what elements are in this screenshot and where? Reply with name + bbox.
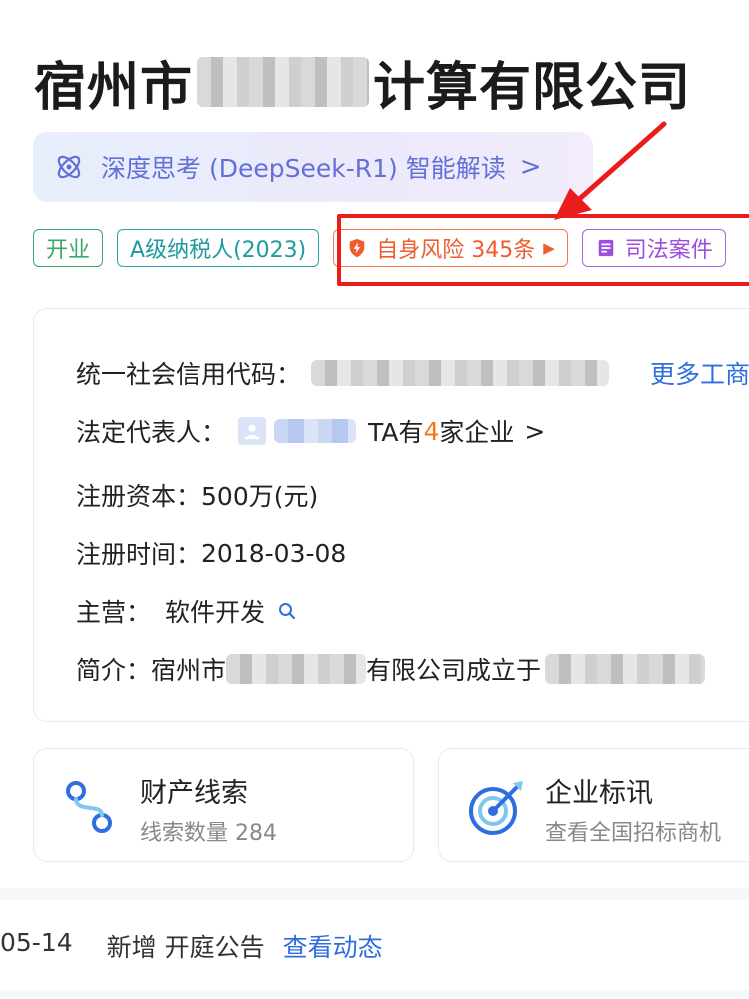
search-icon[interactable]	[277, 601, 297, 621]
atom-icon	[57, 155, 81, 179]
business-label: 主营：	[76, 598, 152, 627]
brief-mid-text: 有限公司成立于	[366, 656, 542, 685]
status-badge: 开业	[33, 229, 104, 267]
reg-date-value: 2018-03-08	[201, 538, 347, 568]
legal-rep-row[interactable]: 法定代表人： TA有 4 家企业 >	[76, 413, 545, 449]
chevron-right-icon: >	[519, 152, 542, 182]
business-info-card: 统一社会信用代码： 更多工商 法定代表人： TA有 4 家企业 > 注册资本： …	[33, 308, 749, 722]
legal-rep-label: 法定代表人：	[76, 418, 227, 447]
capital-label: 注册资本：	[76, 482, 202, 511]
business-value: 软件开发	[165, 598, 266, 627]
redacted-brief-name	[226, 654, 367, 684]
property-clues-title: 财产线索	[140, 778, 248, 809]
company-name-prefix: 宿州市	[34, 57, 194, 118]
news-item: 05-14 新增 开庭公告 查看动态	[0, 928, 383, 964]
ai-interpretation-banner[interactable]: 深度思考 (DeepSeek-R1) 智能解读 >	[33, 132, 593, 202]
legal-rep-company-count: 4	[423, 416, 440, 446]
target-icon	[469, 781, 523, 835]
credit-code-label: 统一社会信用代码：	[76, 360, 302, 389]
company-name-suffix: 计算有限公司	[373, 57, 692, 118]
redacted-credit-code	[311, 360, 610, 386]
redacted-name-block	[197, 57, 370, 107]
bidding-info-card[interactable]: 企业标讯 查看全国招标商机	[438, 748, 749, 862]
brief-label: 简介：宿州市	[76, 656, 227, 685]
registered-capital-row: 注册资本： 500万(元)	[76, 477, 318, 513]
property-clues-card[interactable]: 财产线索 线索数量 284	[33, 748, 414, 862]
clue-chain-icon	[66, 781, 112, 833]
registration-date-row: 注册时间： 2018-03-08	[76, 535, 346, 571]
main-business-row: 主营： 软件开发	[76, 593, 297, 629]
company-title-row: 宿州市 计算有限公司	[34, 42, 691, 122]
ai-banner-label: 深度思考 (DeepSeek-R1) 智能解读	[101, 154, 506, 183]
taxpayer-badge[interactable]: A级纳税人(2023)	[117, 229, 320, 267]
reg-date-label: 注册时间：	[76, 540, 202, 569]
avatar	[238, 417, 267, 445]
credit-code-row: 统一社会信用代码：	[76, 355, 610, 391]
taxpayer-badge-label: A级纳税人(2023)	[130, 238, 307, 263]
status-badge-label: 开业	[46, 238, 91, 263]
bidding-title: 企业标讯	[545, 778, 653, 809]
redacted-legal-rep-name	[274, 419, 357, 443]
view-updates-link[interactable]: 查看动态	[283, 928, 383, 964]
news-text: 新增 开庭公告	[106, 933, 265, 962]
annotation-arrow-icon	[554, 121, 667, 220]
brief-row: 简介：宿州市 有限公司成立于	[76, 651, 706, 687]
news-date: 05-14	[0, 928, 73, 957]
property-clues-count: 线索数量 284	[140, 821, 277, 846]
redacted-brief-date	[545, 654, 706, 684]
legal-rep-ta: TA有	[368, 418, 424, 447]
legal-rep-suffix: 家企业	[439, 418, 515, 447]
capital-value: 500万(元)	[201, 482, 319, 511]
more-business-info-link[interactable]: 更多工商	[650, 355, 749, 391]
chevron-right-icon: >	[524, 416, 546, 446]
bidding-sub: 查看全国招标商机	[545, 821, 722, 846]
